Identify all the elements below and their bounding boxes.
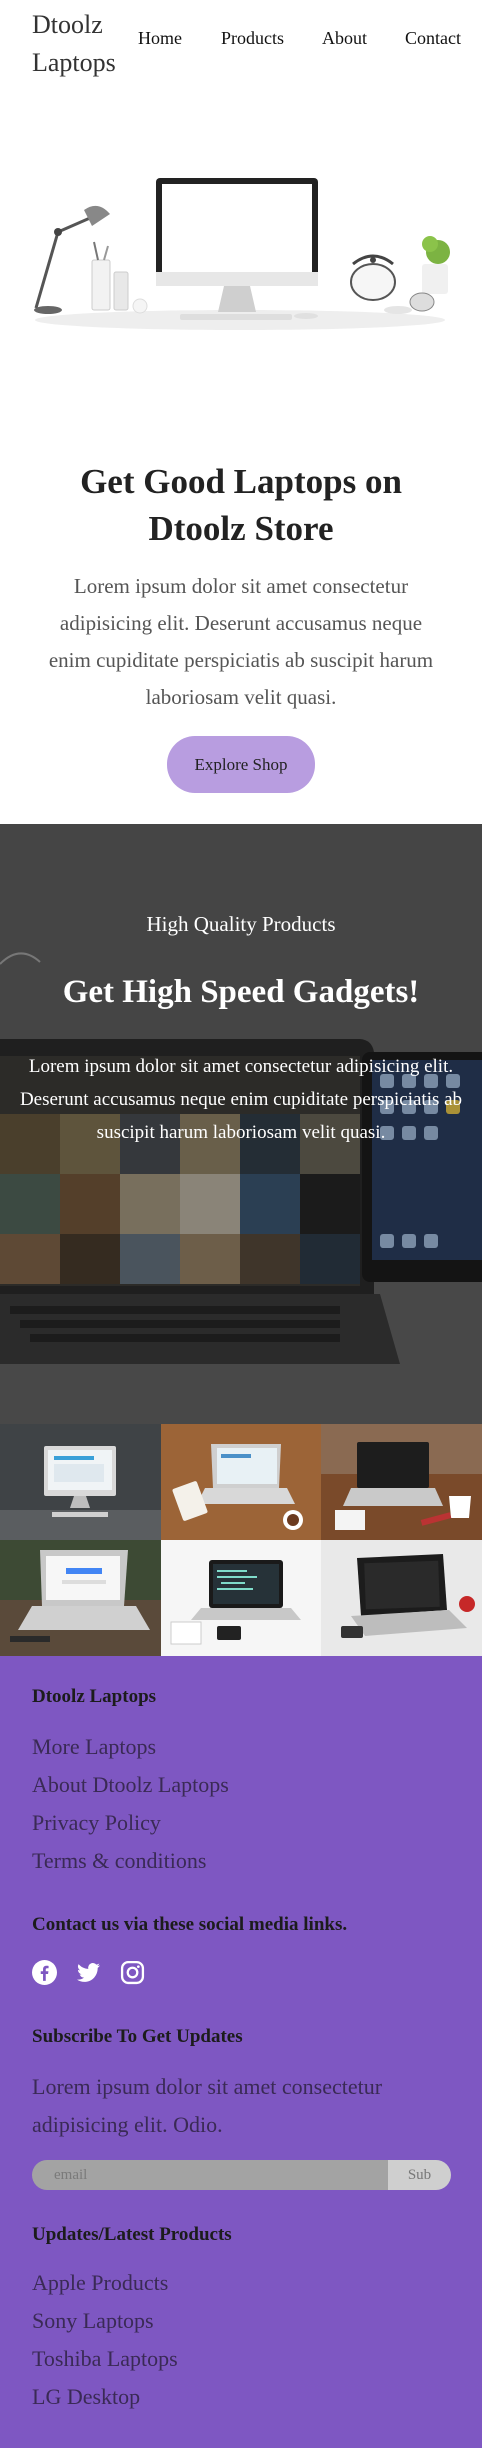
nav-link-contact[interactable]: Contact <box>405 28 461 49</box>
footer-link-privacy-policy[interactable]: Privacy Policy <box>32 1810 161 1836</box>
subscribe-heading: Subscribe To Get Updates <box>32 2026 243 2047</box>
explore-shop-button[interactable]: Explore Shop <box>167 736 315 793</box>
gallery-image-macbook-desk[interactable] <box>161 1424 321 1540</box>
hero-description: Lorem ipsum dolor sit amet consectetur a… <box>48 574 434 709</box>
subscribe-description: Lorem ipsum dolor sit amet consectetur a… <box>32 2074 383 2137</box>
nav-link-home[interactable]: Home <box>138 28 182 49</box>
nav-link-about[interactable]: About <box>322 28 367 49</box>
latest-link-lg[interactable]: LG Desktop <box>32 2384 140 2410</box>
footer-link-terms[interactable]: Terms & conditions <box>32 1848 206 1874</box>
product-gallery <box>0 1424 482 1656</box>
hero-title: Get Good Laptops on Dtoolz Store <box>80 462 402 548</box>
latest-link-sony[interactable]: Sony Laptops <box>32 2308 154 2334</box>
brand-logo[interactable]: Dtoolz Laptops <box>32 6 132 82</box>
promo-banner: High Quality Products Get High Speed Gad… <box>0 824 482 1424</box>
subscribe-button[interactable]: Sub <box>388 2160 451 2190</box>
site-footer: Dtoolz Laptops More Laptops About Dtoolz… <box>0 1656 482 2448</box>
hero-desk-image <box>34 178 450 330</box>
gallery-image-imac[interactable] <box>0 1424 161 1540</box>
footer-link-more-laptops[interactable]: More Laptops <box>32 1734 156 1760</box>
email-input[interactable] <box>32 2160 388 2190</box>
gallery-image-laptop-coffee[interactable] <box>321 1424 482 1540</box>
footer-link-about[interactable]: About Dtoolz Laptops <box>32 1772 229 1798</box>
facebook-icon[interactable] <box>32 1960 57 1985</box>
banner-subtitle: High Quality Products <box>146 912 336 936</box>
latest-link-apple[interactable]: Apple Products <box>32 2270 168 2296</box>
gallery-image-code-laptop[interactable] <box>161 1540 321 1656</box>
banner-title: Get High Speed Gadgets! <box>62 974 420 1010</box>
footer-social-heading: Contact us via these social media links. <box>32 1914 348 1935</box>
gallery-image-laptop-outdoor[interactable] <box>0 1540 161 1656</box>
social-links <box>32 1960 145 1985</box>
twitter-icon[interactable] <box>76 1960 101 1985</box>
nav-link-products[interactable]: Products <box>221 28 284 49</box>
banner-description: Lorem ipsum dolor sit amet consectetur a… <box>19 1056 463 1143</box>
subscribe-form: Sub <box>32 2160 451 2190</box>
main-menu: Home Products About Contact <box>138 28 461 49</box>
latest-link-toshiba[interactable]: Toshiba Laptops <box>32 2346 178 2372</box>
footer-brand-heading: Dtoolz Laptops <box>32 1686 157 1707</box>
gallery-image-macbook-apple[interactable] <box>321 1540 482 1656</box>
top-nav: Dtoolz Laptops Home Products About Conta… <box>0 0 482 90</box>
latest-products-heading: Updates/Latest Products <box>32 2224 232 2245</box>
instagram-icon[interactable] <box>120 1960 145 1985</box>
